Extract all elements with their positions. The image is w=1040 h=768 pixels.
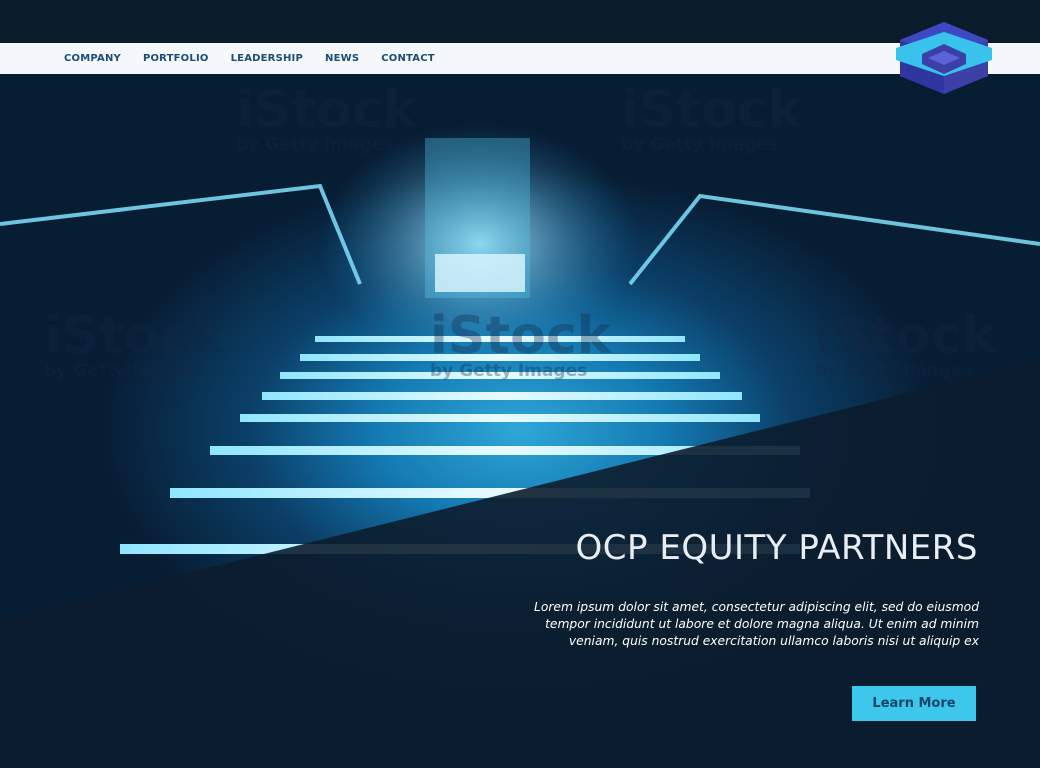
learn-more-button[interactable]: Learn More — [852, 686, 976, 721]
main-nav: COMPANY PORTFOLIO LEADERSHIP NEWS CONTAC… — [0, 43, 1040, 74]
nav-item-portfolio[interactable]: PORTFOLIO — [143, 53, 209, 64]
cube-logo-icon[interactable] — [892, 18, 996, 96]
top-bar — [0, 0, 1040, 43]
diagonal-overlay — [0, 360, 1040, 768]
hero-description: Lorem ipsum dolor sit amet, consectetur … — [534, 600, 979, 648]
page-title: OCP EQUITY PARTNERS — [575, 528, 978, 568]
nav-item-contact[interactable]: CONTACT — [381, 53, 435, 64]
nav-item-news[interactable]: NEWS — [325, 53, 359, 64]
nav-item-company[interactable]: COMPANY — [64, 53, 121, 64]
hero-section: iStock by Getty Images iStock by Getty Ima… — [0, 0, 1040, 768]
nav-item-leadership[interactable]: LEADERSHIP — [231, 53, 303, 64]
